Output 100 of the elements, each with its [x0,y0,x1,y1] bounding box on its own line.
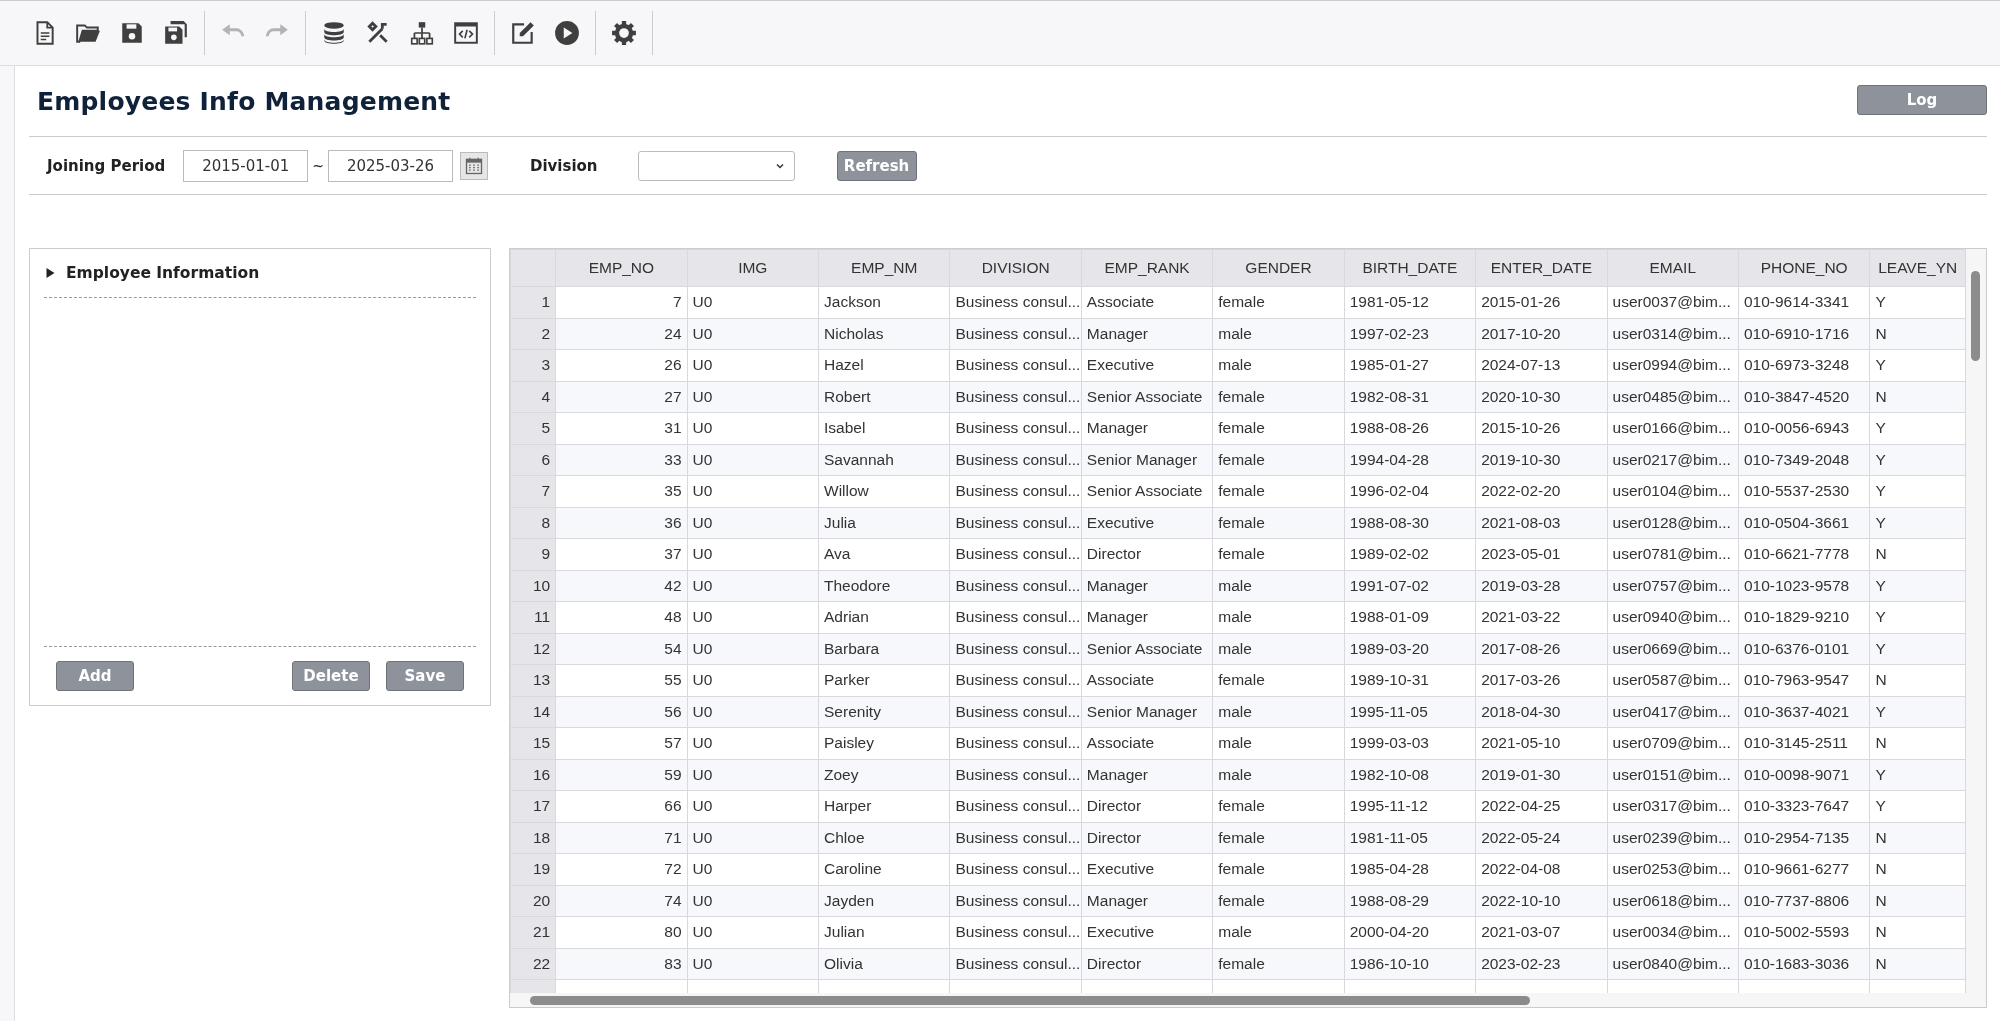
range-separator: ~ [312,157,324,174]
table-cell: 010-6621-7778 [1738,538,1870,570]
date-from-field[interactable]: 2015-01-01 [183,149,309,182]
table-cell: Jackson [818,286,950,318]
table-cell: N [1869,318,1966,350]
table-cell: user0840@bim... [1607,948,1739,980]
column-header[interactable]: LEAVE_YN [1869,249,1966,287]
table-cell: U0 [687,948,819,980]
table-cell: Executive [1081,349,1213,381]
table-cell: Business consul... [949,349,1082,381]
table-cell: Business consul... [949,601,1082,633]
column-header[interactable]: IMG [687,249,819,287]
table-cell: 010-5537-2530 [1738,475,1870,507]
table-cell: Caroline [818,853,950,885]
table-cell: Nicholas [818,318,950,350]
column-header[interactable]: EMP_NO [555,249,688,287]
table-cell: U0 [687,664,819,696]
table-cell: 010-9614-3341 [1738,286,1870,318]
table-cell: U0 [687,727,819,759]
table-cell: Senior Associate [1081,475,1213,507]
column-header[interactable]: ENTER_DATE [1475,249,1608,287]
database-icon [321,20,347,46]
table-cell: female [1212,885,1345,917]
table-cell: 24 [555,318,688,350]
table-cell: Business consul... [949,381,1082,413]
table-cell: user0709@bim... [1607,727,1739,759]
table-cell: 2022-04-25 [1475,790,1608,822]
table-cell: 1995-11-05 [1344,696,1476,728]
table-cell: 010-1829-9210 [1738,601,1870,633]
table-cell: U0 [687,853,819,885]
table-cell: Isabel [818,412,950,444]
table-cell: 1997-02-23 [1344,318,1476,350]
edit-icon [510,20,536,46]
page-title: Employees Info Management [37,86,451,116]
table-cell: 010-3637-4021 [1738,696,1870,728]
table-cell: 2017-10-20 [1475,318,1608,350]
row-number: 10 [510,570,556,602]
table-cell: N [1869,822,1966,854]
column-header[interactable]: PHONE_NO [1738,249,1870,287]
table-cell: male [1212,759,1345,791]
table-cell: user0034@bim... [1607,916,1739,948]
table-cell: U0 [687,412,819,444]
table-cell: Director [1081,948,1213,980]
vertical-scrollbar[interactable] [1966,249,1986,993]
table-cell: Y [1869,633,1966,665]
table-cell: female [1212,475,1345,507]
table-cell: U0 [687,286,819,318]
table-cell: male [1212,916,1345,948]
table-cell: Adrian [818,601,950,633]
table-cell: Y [1869,444,1966,476]
row-number: 11 [510,601,556,633]
table-cell: Business consul... [949,822,1082,854]
table-cell: 1991-07-02 [1344,570,1476,602]
table-cell: Business consul... [949,538,1082,570]
table-cell: 1982-10-08 [1344,759,1476,791]
table-cell: 33 [555,444,688,476]
row-number: 5 [510,412,556,444]
column-header[interactable]: EMP_NM [818,249,950,287]
table-cell: 010-1023-9578 [1738,570,1870,602]
table-cell: Olivia [818,948,950,980]
table-cell: 2021-08-03 [1475,507,1608,539]
table-cell: 1988-01-09 [1344,601,1476,633]
row-number: 1 [510,286,556,318]
table-cell: 1989-02-02 [1344,538,1476,570]
table-cell: Business consul... [949,444,1082,476]
table-cell: 37 [555,538,688,570]
table-cell: 2022-04-08 [1475,853,1608,885]
table-cell: female [1212,853,1345,885]
table-cell: Serenity [818,696,950,728]
table-cell: N [1869,916,1966,948]
table-cell: U0 [687,759,819,791]
table-cell: 71 [555,822,688,854]
panel-header[interactable]: Employee Information [44,249,476,298]
table-cell: 010-9661-6277 [1738,853,1870,885]
column-header[interactable]: BIRTH_DATE [1344,249,1476,287]
table-cell: user0151@bim... [1607,759,1739,791]
table-cell: male [1212,696,1345,728]
table-cell: 1988-08-26 [1344,412,1476,444]
row-number: 6 [510,444,556,476]
calendar-button[interactable] [460,151,488,180]
table-cell: 1994-04-28 [1344,444,1476,476]
column-header[interactable]: DIVISION [949,249,1082,287]
table-cell: 010-3145-2511 [1738,727,1870,759]
table-cell: 1988-08-29 [1344,885,1476,917]
table-cell: Savannah [818,444,950,476]
table-cell: Business consul... [949,286,1082,318]
settings-icon [611,20,637,46]
table-cell: user0104@bim... [1607,475,1739,507]
date-to-field[interactable]: 2025-03-26 [328,149,453,182]
horizontal-scrollbar[interactable] [510,993,1986,1007]
column-header[interactable]: EMP_RANK [1081,249,1213,287]
row-number: 19 [510,853,556,885]
panel-title: Employee Information [66,264,260,282]
column-header[interactable]: GENDER [1212,249,1345,287]
table-cell: 74 [555,885,688,917]
table-cell: female [1212,664,1345,696]
table-cell: 010-7963-9547 [1738,664,1870,696]
table-cell: 2018-04-30 [1475,696,1608,728]
column-header[interactable]: EMAIL [1607,249,1739,287]
table-cell: U0 [687,633,819,665]
